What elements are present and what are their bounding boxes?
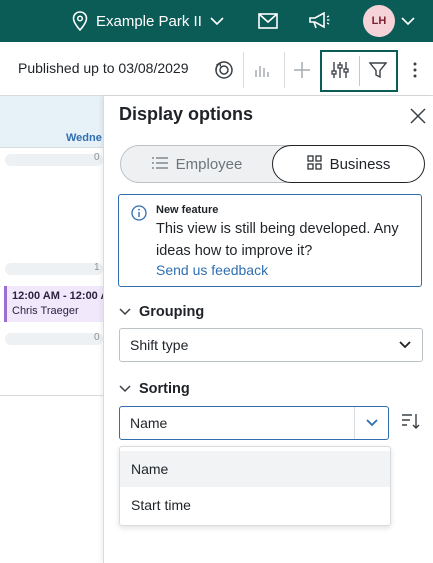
- close-icon[interactable]: [407, 105, 429, 127]
- list-icon: [151, 156, 168, 173]
- chevron-down-icon[interactable]: [396, 9, 420, 33]
- display-options-panel: Display options Employee Business New fe…: [103, 96, 433, 563]
- sort-option-start-time[interactable]: Start time: [120, 487, 390, 523]
- sort-option-name[interactable]: Name: [120, 451, 390, 487]
- location-name: Example Park II: [96, 12, 202, 30]
- feedback-link[interactable]: Send us feedback: [156, 262, 268, 278]
- grouping-value: Shift type: [130, 337, 189, 353]
- sorting-dropdown-menu: Name Start time: [119, 446, 391, 526]
- chevron-down-icon: [388, 329, 422, 361]
- shift-count: 0: [94, 152, 100, 163]
- calendar-day-header: Wedne: [0, 96, 103, 148]
- location-pin-icon: [72, 11, 88, 31]
- count-bar: [5, 333, 103, 345]
- notice-body: This view is still being developed. Any …: [156, 221, 399, 259]
- schedule-calendar: Wedne 0 1 12:00 AM - 12:00 A Chris Traeg…: [0, 96, 108, 563]
- panel-title: Display options: [119, 104, 254, 124]
- view-toggle: Employee Business: [120, 145, 425, 183]
- day-label: Wedne: [66, 132, 102, 144]
- megaphone-icon[interactable]: [307, 9, 331, 33]
- notice-heading: New feature: [156, 204, 219, 216]
- publish-history-icon[interactable]: [206, 52, 242, 88]
- filter-icon[interactable]: [360, 52, 396, 88]
- toggle-business[interactable]: Business: [272, 145, 425, 183]
- shift-card[interactable]: 12:00 AM - 12:00 A Chris Traeger: [4, 286, 108, 322]
- sorting-label: Sorting: [139, 381, 190, 397]
- chevron-down-icon: [119, 380, 131, 398]
- chevron-down-icon: [354, 407, 388, 439]
- toggle-employee[interactable]: Employee: [121, 145, 273, 183]
- grid-icon: [306, 154, 322, 174]
- toggle-business-label: Business: [329, 155, 391, 173]
- sort-direction-icon[interactable]: [400, 410, 422, 432]
- count-bar: [5, 263, 103, 275]
- display-options-icon[interactable]: [322, 52, 358, 88]
- published-status: Published up to 03/08/2029: [18, 60, 189, 76]
- envelope-icon[interactable]: [256, 9, 280, 33]
- schedule-toolbar: Published up to 03/08/2029: [0, 42, 433, 96]
- shift-employee: Chris Traeger: [12, 305, 79, 317]
- shift-count: 0: [94, 332, 100, 343]
- shift-count: 1: [94, 262, 100, 273]
- shift-time: 12:00 AM - 12:00 A: [12, 290, 109, 302]
- avatar[interactable]: LH: [363, 5, 395, 37]
- sorting-section-toggle[interactable]: Sorting: [119, 379, 190, 399]
- count-bar: [5, 154, 103, 166]
- add-icon[interactable]: [284, 52, 320, 88]
- chevron-down-icon: [210, 16, 224, 26]
- location-selector[interactable]: Example Park II: [72, 9, 224, 33]
- grouping-label: Grouping: [139, 304, 205, 320]
- sorting-select[interactable]: Name: [119, 406, 389, 440]
- info-icon: [131, 205, 147, 226]
- more-vertical-icon[interactable]: [400, 52, 430, 88]
- grouping-select[interactable]: Shift type: [119, 328, 423, 362]
- sorting-value: Name: [130, 415, 168, 431]
- grouping-section-toggle[interactable]: Grouping: [119, 302, 204, 322]
- chevron-down-icon: [119, 303, 131, 321]
- toggle-employee-label: Employee: [175, 155, 243, 173]
- bar-chart-icon[interactable]: [245, 52, 281, 88]
- new-feature-notice: New feature This view is still being dev…: [118, 194, 422, 287]
- top-nav-bar: Example Park II LH: [0, 0, 433, 42]
